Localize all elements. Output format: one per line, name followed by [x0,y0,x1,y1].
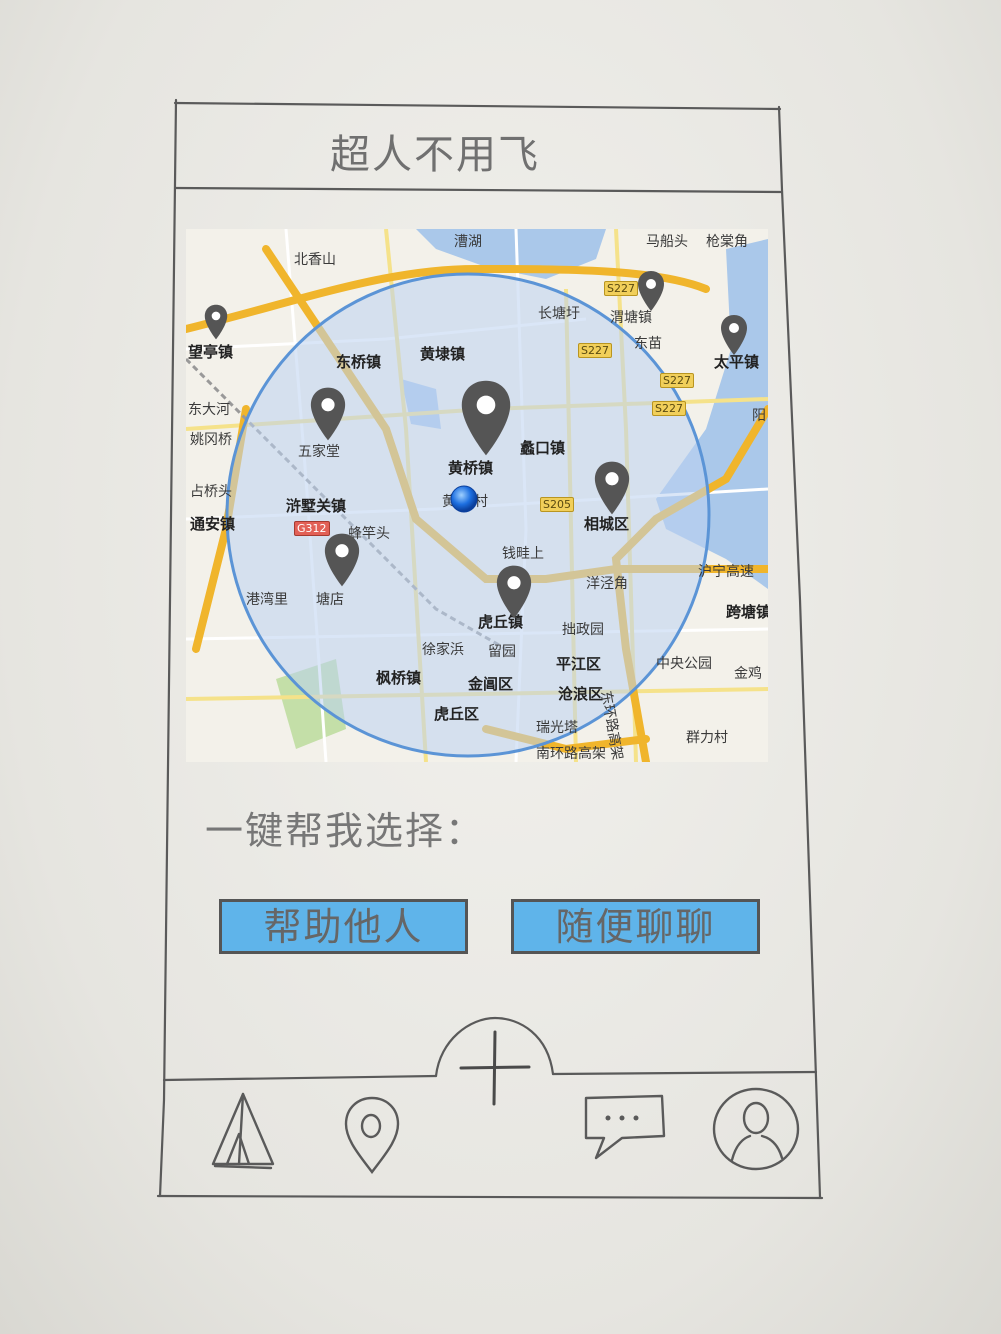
road-shield: S227 [578,343,612,358]
current-location-icon [450,485,478,513]
map-label: 马船头 [646,234,688,250]
map-label: 虎丘区 [434,705,480,723]
map-pin-icon[interactable] [308,385,348,443]
road-shield: S205 [540,497,574,512]
map-label: 塘店 [316,592,344,608]
profile-icon[interactable] [710,1084,802,1174]
map-label: 浒墅关镇 [286,497,347,515]
map-label: 占桥头 [190,484,232,500]
map-label: 枫桥镇 [376,669,422,687]
map-pin-icon[interactable] [203,303,229,341]
map-label: 沪宁高速 [698,564,754,580]
map-label: 长塘圩 [538,306,580,322]
home-tent-icon[interactable] [205,1090,277,1172]
map-label: 南环路高架 [536,746,606,762]
help-others-button[interactable]: 帮助他人 [219,899,468,954]
map-label: 港湾里 [246,592,288,608]
map-label: 金鸡 [734,666,762,682]
map-label: 蠡口镇 [520,439,566,457]
map-label: 跨塘镇 [726,603,768,621]
map-label: 瑞光塔 [536,720,578,736]
map-label: 钱畦上 [502,546,544,562]
map-label: 拙政园 [562,622,604,638]
casual-chat-button[interactable]: 随便聊聊 [511,899,760,954]
map-label: 五家堂 [298,444,340,460]
map-pin-icon[interactable] [719,313,749,357]
map-label: 东大河 [188,402,230,418]
map-view[interactable]: 漕湖 马船头 枪棠角 北香山 长塘圩 渭塘镇 东桥镇 黄埭镇 东苗 太平镇 望亭… [186,229,768,762]
map-label: 阳 [752,408,766,424]
app-title: 超人不用飞 [330,132,540,178]
map-label: 漕湖 [454,234,482,250]
quick-select-prompt: 一键帮我选择： [205,809,486,853]
map-label: 黄埭镇 [420,345,466,363]
map-pin-icon[interactable] [322,531,362,589]
map-label: 洋泾角 [586,576,628,592]
map-label: 金阊区 [468,675,514,693]
map-label: 东苗 [634,336,662,352]
map-pin-icon[interactable] [592,459,632,517]
map-label: 枪棠角 [706,234,748,250]
map-label: 东桥镇 [336,353,382,371]
location-pin-icon[interactable] [340,1094,404,1176]
chat-bubble-icon[interactable] [578,1090,670,1162]
road-shield: S227 [604,281,638,296]
plus-icon[interactable] [455,1028,535,1108]
map-label: 徐家浜 [422,642,464,658]
map-label: 平江区 [556,655,602,673]
map-label: 黄桥镇 [448,459,494,477]
map-label: 姚冈桥 [190,432,232,448]
map-pin-icon[interactable] [636,269,666,313]
map-label: 北香山 [294,252,336,268]
road-shield: S227 [660,373,694,388]
map-label: 通安镇 [190,515,236,533]
map-label: 中央公园 [656,656,712,672]
road-shield: S227 [652,401,686,416]
map-pin-icon[interactable] [494,563,534,621]
map-label: 群力村 [686,730,728,746]
map-label: 望亭镇 [188,343,234,361]
map-label: 留园 [488,644,516,660]
map-pin-icon[interactable] [458,377,514,459]
